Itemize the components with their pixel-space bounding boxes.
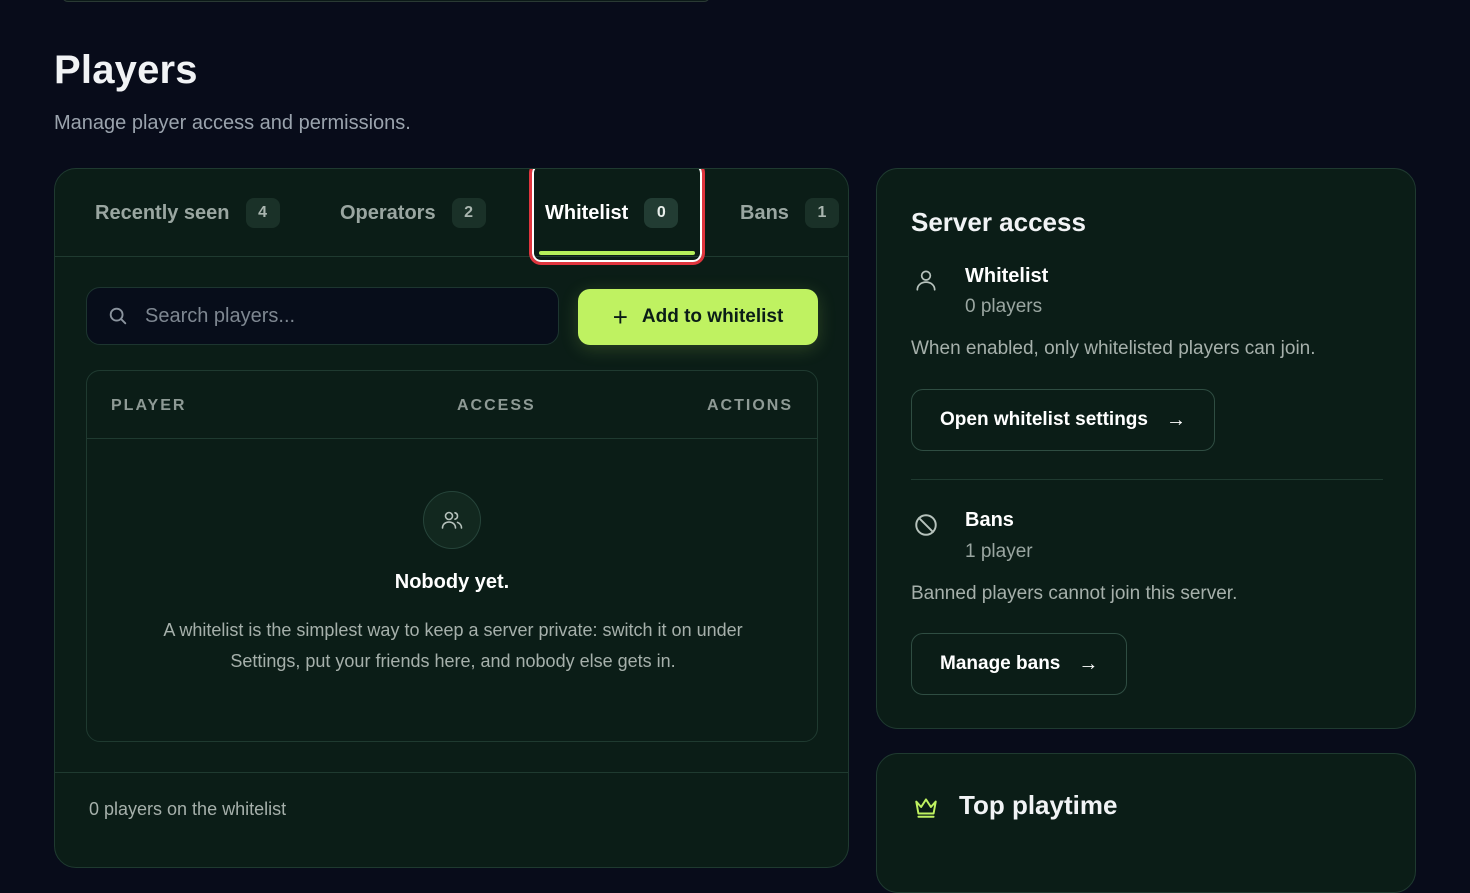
whitelist-access-name: Whitelist (965, 265, 1049, 287)
add-to-whitelist-button[interactable]: + Add to whitelist (578, 289, 818, 345)
search-input[interactable] (145, 304, 545, 328)
tab-label: Whitelist (545, 201, 629, 224)
empty-state-title: Nobody yet. (394, 571, 510, 593)
table-header: PLAYER ACCESS ACTIONS (87, 371, 817, 439)
column-header-actions: ACTIONS (707, 397, 793, 414)
bans-access-count: 1 player (965, 541, 1033, 562)
manage-bans-button[interactable]: Manage bans → (911, 633, 1128, 695)
column-header-access: ACCESS (457, 397, 536, 414)
panel-footer: 0 players on the whitelist (55, 772, 848, 867)
user-icon (916, 270, 936, 291)
tab-operators[interactable]: Operators 2 (340, 169, 486, 257)
whitelist-access-description: When enabled, only whitelisted players c… (911, 338, 1316, 359)
search-box[interactable] (86, 287, 559, 345)
tab-count-badge: 4 (245, 198, 280, 228)
button-label: Open whitelist settings (940, 409, 1148, 430)
top-playtime-panel: Top playtime (876, 753, 1416, 893)
button-label: Manage bans (940, 653, 1061, 674)
add-button-label: Add to whitelist (641, 306, 784, 327)
ban-icon (915, 514, 937, 536)
tab-count-badge: 2 (451, 198, 486, 228)
whitelist-count-text: 0 players on the whitelist (89, 799, 287, 819)
top-playtime-title: Top playtime (959, 790, 1118, 820)
server-access-panel: Server access Whitelist 0 players When e… (876, 168, 1416, 729)
whitelist-access-count: 0 players (965, 296, 1043, 317)
tab-bans[interactable]: Bans 1 (740, 169, 839, 257)
tab-recently-seen[interactable]: Recently seen 4 (95, 169, 280, 257)
players-tabs: Recently seen 4 Operators 2 Whitelist 0 … (55, 169, 848, 265)
arrow-right-icon: → (1078, 652, 1099, 675)
users-icon (423, 491, 481, 549)
page-subtitle: Manage player access and permissions. (54, 112, 411, 134)
tab-label: Recently seen (95, 201, 230, 224)
tab-label: Operators (340, 201, 436, 224)
plus-icon: + (612, 302, 628, 332)
empty-state-description: A whitelist is the simplest way to keep … (163, 620, 743, 671)
tab-count-badge: 0 (644, 198, 679, 228)
page-title: Players (54, 48, 198, 92)
top-bar-edge (62, 0, 710, 2)
tab-count-badge: 1 (804, 198, 839, 228)
crown-icon (915, 798, 937, 818)
open-whitelist-settings-button[interactable]: Open whitelist settings → (911, 389, 1215, 451)
arrow-right-icon: → (1165, 408, 1186, 431)
column-header-player: PLAYER (111, 397, 187, 414)
tab-label: Bans (740, 201, 789, 224)
bans-access-name: Bans (965, 509, 1014, 531)
section-divider (911, 479, 1383, 480)
active-tab-underline (539, 251, 695, 255)
search-icon (109, 307, 127, 325)
whitelist-table: PLAYER ACCESS ACTIONS Nobody yet. A whit… (86, 370, 818, 742)
server-access-title: Server access (911, 207, 1086, 237)
tab-whitelist[interactable]: Whitelist 0 (545, 169, 679, 257)
bans-access-description: Banned players cannot join this server. (911, 583, 1238, 604)
players-panel: Recently seen 4 Operators 2 Whitelist 0 … (54, 168, 849, 868)
